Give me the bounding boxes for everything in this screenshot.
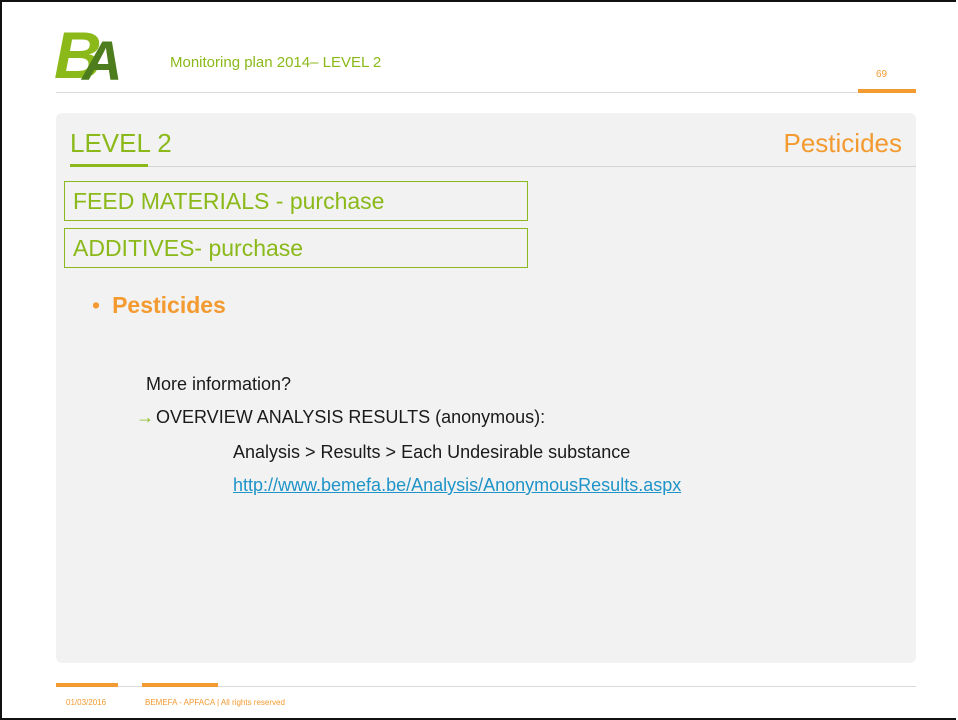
footer-date: 01/03/2016 [66, 698, 107, 707]
level-underline [70, 164, 148, 167]
bullet-label: Pesticides [112, 292, 226, 318]
navigation-path: Analysis > Results > Each Undesirable su… [233, 442, 631, 462]
level-title: LEVEL 2 [70, 128, 172, 158]
overview-text: OVERVIEW ANALYSIS RESULTS (anonymous): [156, 407, 546, 427]
arrow-right-icon: → [136, 407, 154, 427]
footer-copyright: BEMEFA - APFACA | All rights reserved [145, 698, 285, 707]
header-divider [56, 92, 916, 93]
feed-materials-box: FEED MATERIALS - purchase [64, 181, 528, 221]
page-number: 69 [876, 69, 888, 80]
footer-accent-bar [56, 683, 118, 687]
level-divider [70, 166, 916, 167]
overview-line: → OVERVIEW ANALYSIS RESULTS (anonymous): [136, 407, 545, 428]
results-link[interactable]: http://www.bemefa.be/Analysis/AnonymousR… [233, 475, 681, 496]
footer-accent-bar [142, 683, 218, 687]
section-title: Pesticides [783, 128, 903, 158]
additives-box: ADDITIVES- purchase [64, 228, 528, 268]
header-accent-bar [858, 89, 916, 93]
svg-text:A: A [80, 29, 122, 84]
more-info-text: More information? [146, 374, 292, 394]
bemefa-logo: B A [54, 22, 122, 84]
bullet-item: • Pesticides [92, 292, 226, 319]
bullet-dot-icon: • [92, 292, 101, 318]
header-title: Monitoring plan 2014– LEVEL 2 [170, 54, 382, 71]
